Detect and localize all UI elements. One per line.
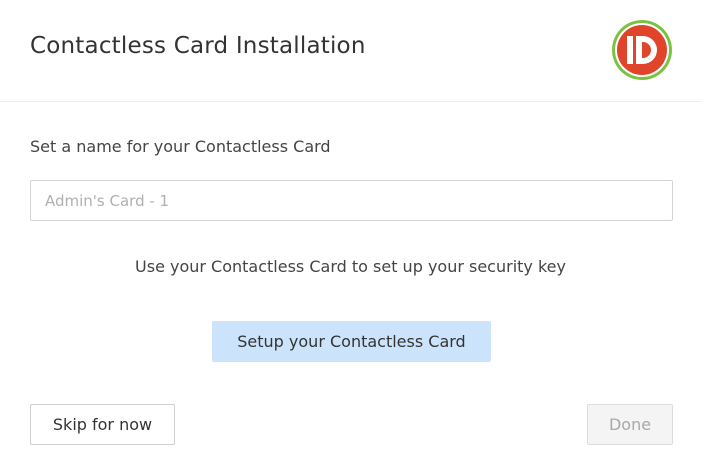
contactless-card-dialog: Contactless Card Installation Set a name… [0, 0, 701, 474]
card-name-label: Set a name for your Contactless Card [30, 137, 331, 156]
setup-card-button[interactable]: Setup your Contactless Card [212, 321, 491, 362]
id-logo-icon [612, 20, 672, 80]
card-name-input[interactable] [30, 180, 673, 221]
done-button[interactable]: Done [587, 404, 673, 445]
instruction-text: Use your Contactless Card to set up your… [135, 257, 566, 276]
dialog-title: Contactless Card Installation [30, 33, 366, 59]
skip-button[interactable]: Skip for now [30, 404, 175, 445]
dialog-header: Contactless Card Installation [0, 0, 701, 102]
